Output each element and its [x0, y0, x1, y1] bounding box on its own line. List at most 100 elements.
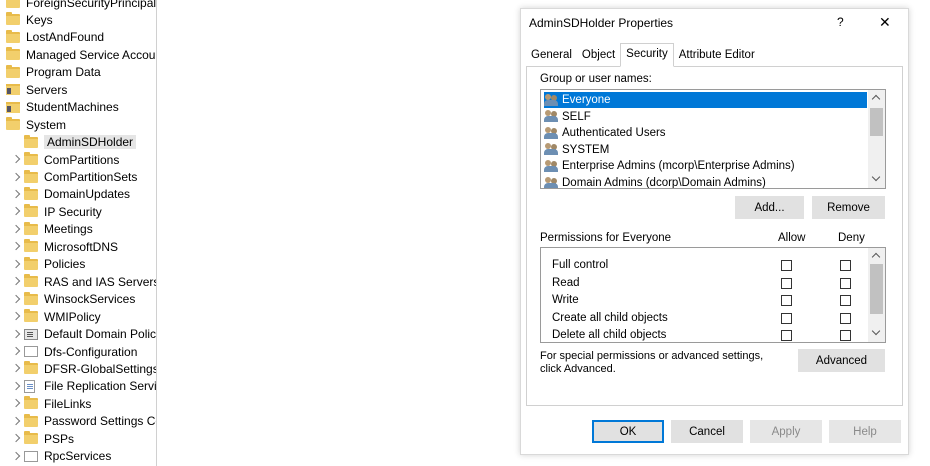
tree-item[interactable]: File Replication Servic — [12, 378, 157, 395]
tree-item[interactable]: ForeignSecurityPrincipals — [6, 0, 157, 11]
tree-item[interactable]: StudentMachines — [6, 99, 119, 116]
close-icon[interactable]: ✕ — [879, 14, 891, 31]
tree-item[interactable]: WMIPolicy — [12, 308, 101, 325]
tree-item[interactable]: System — [6, 116, 66, 133]
chevron-right-icon[interactable] — [12, 225, 21, 234]
deny-checkbox[interactable] — [840, 330, 851, 341]
chevron-right-icon[interactable] — [12, 173, 21, 182]
deny-column-header: Deny — [838, 232, 865, 244]
tab-general[interactable]: General — [526, 45, 577, 67]
deny-checkbox[interactable] — [840, 260, 851, 271]
advanced-button[interactable]: Advanced — [798, 349, 885, 372]
tree-item[interactable]: MicrosoftDNS — [12, 238, 118, 255]
user-list-scrollbar[interactable] — [868, 90, 885, 188]
tree-item[interactable]: Default Domain Policy — [12, 326, 157, 343]
special-permissions-text: For special permissions or advanced sett… — [540, 350, 764, 375]
tab-object[interactable]: Object — [577, 45, 620, 67]
tree-item[interactable]: IP Security — [12, 203, 102, 220]
remove-button[interactable]: Remove — [812, 196, 885, 219]
cancel-button[interactable]: Cancel — [671, 420, 743, 443]
chevron-right-icon[interactable] — [12, 382, 21, 391]
tree-item-label: DomainUpdates — [44, 187, 131, 202]
chevron-right-icon[interactable] — [12, 347, 21, 356]
user-name: SYSTEM — [562, 143, 610, 156]
dialog-title: AdminSDHolder Properties — [529, 16, 674, 30]
chevron-right-icon[interactable] — [12, 190, 21, 199]
scroll-up-icon[interactable] — [871, 252, 881, 262]
tree-item[interactable]: FileLinks — [12, 395, 91, 412]
chevron-right-icon[interactable] — [12, 312, 21, 321]
folder-icon — [6, 117, 20, 131]
tree-item[interactable]: AdminSDHolder — [24, 134, 137, 151]
tree-item[interactable]: Servers — [6, 81, 67, 98]
user-list-item[interactable]: SYSTEM — [544, 142, 609, 158]
tree-item[interactable]: LostAndFound — [6, 29, 104, 46]
help-icon[interactable]: ? — [837, 15, 844, 29]
scroll-up-icon[interactable] — [871, 94, 881, 104]
tree-item[interactable]: Meetings — [12, 221, 93, 238]
tree-item[interactable]: RAS and IAS Servers A — [12, 273, 157, 290]
ok-button[interactable]: OK — [592, 420, 664, 443]
user-list-item[interactable]: Authenticated Users — [544, 125, 666, 141]
pane-divider[interactable] — [156, 0, 157, 466]
user-list[interactable]: Everyone SELF Authenticated Users SYSTEM Ent… — [540, 89, 886, 189]
tree-item-label: File Replication Servic — [44, 379, 157, 394]
tree-item[interactable]: Dfs-Configuration — [12, 343, 137, 360]
chevron-right-icon[interactable] — [12, 330, 21, 339]
chevron-right-icon[interactable] — [12, 434, 21, 443]
user-group-icon — [544, 110, 560, 123]
folder-icon — [24, 239, 38, 253]
ou-icon — [6, 101, 20, 113]
permission-name: Delete all child objects — [552, 329, 667, 341]
tree-item[interactable]: PSPs — [12, 430, 74, 447]
help-button[interactable]: Help — [829, 420, 901, 443]
tree-item[interactable]: Program Data — [6, 64, 101, 81]
deny-checkbox[interactable] — [840, 295, 851, 306]
apply-button[interactable]: Apply — [750, 420, 822, 443]
deny-checkbox[interactable] — [840, 312, 851, 324]
user-list-item[interactable]: Enterprise Admins (mcorp\Enterprise Admi… — [544, 158, 795, 174]
tree-item[interactable]: ComPartitions — [12, 151, 119, 168]
chevron-right-icon[interactable] — [12, 277, 21, 286]
user-list-item[interactable]: Everyone — [544, 92, 867, 108]
tree-item[interactable]: RpcServices — [12, 448, 111, 465]
tree-item[interactable]: Keys — [6, 11, 53, 28]
tree-item[interactable]: Managed Service Account — [6, 46, 157, 63]
chevron-right-icon[interactable] — [12, 417, 21, 426]
chevron-right-icon[interactable] — [12, 207, 21, 216]
chevron-right-icon[interactable] — [12, 295, 21, 304]
allow-checkbox[interactable] — [781, 330, 792, 341]
add-button[interactable]: Add... — [735, 196, 804, 219]
scroll-down-icon[interactable] — [871, 326, 881, 336]
tree-item[interactable]: DomainUpdates — [12, 186, 130, 203]
scrollbar-thumb[interactable] — [870, 264, 883, 314]
scrollbar-thumb[interactable] — [870, 108, 883, 136]
tree-item[interactable]: ComPartitionSets — [12, 169, 137, 186]
chevron-right-icon[interactable] — [12, 364, 21, 373]
allow-checkbox[interactable] — [781, 312, 792, 324]
allow-checkbox[interactable] — [781, 260, 792, 271]
tab-security[interactable]: Security — [620, 43, 674, 67]
tree-item-label: RpcServices — [44, 449, 112, 464]
chevron-right-icon[interactable] — [12, 452, 21, 461]
permissions-list[interactable]: Full control Read Write Create all child ob… — [540, 247, 886, 343]
tree-item[interactable]: WinsockServices — [12, 291, 135, 308]
chevron-right-icon[interactable] — [12, 155, 21, 164]
user-group-icon — [544, 143, 560, 156]
deny-checkbox[interactable] — [840, 277, 851, 289]
permissions-scrollbar[interactable] — [868, 248, 885, 342]
allow-checkbox[interactable] — [781, 277, 792, 289]
chevron-right-icon[interactable] — [12, 260, 21, 269]
tree-item[interactable]: Policies — [12, 256, 85, 273]
tree-item[interactable]: DFSR-GlobalSettings — [12, 360, 157, 377]
tree-item[interactable]: Password Settings Cor — [12, 413, 157, 430]
user-list-item[interactable]: SELF — [544, 109, 591, 125]
permission-row: Read — [552, 275, 872, 292]
tab-attribute-editor[interactable]: Attribute Editor — [674, 45, 760, 67]
scroll-down-icon[interactable] — [871, 172, 881, 182]
allow-checkbox[interactable] — [781, 295, 792, 306]
chevron-right-icon[interactable] — [12, 242, 21, 251]
chevron-right-icon[interactable] — [12, 399, 21, 408]
user-list-item[interactable]: Domain Admins (dcorp\Domain Admins) — [544, 175, 766, 188]
user-group-icon — [544, 93, 560, 107]
